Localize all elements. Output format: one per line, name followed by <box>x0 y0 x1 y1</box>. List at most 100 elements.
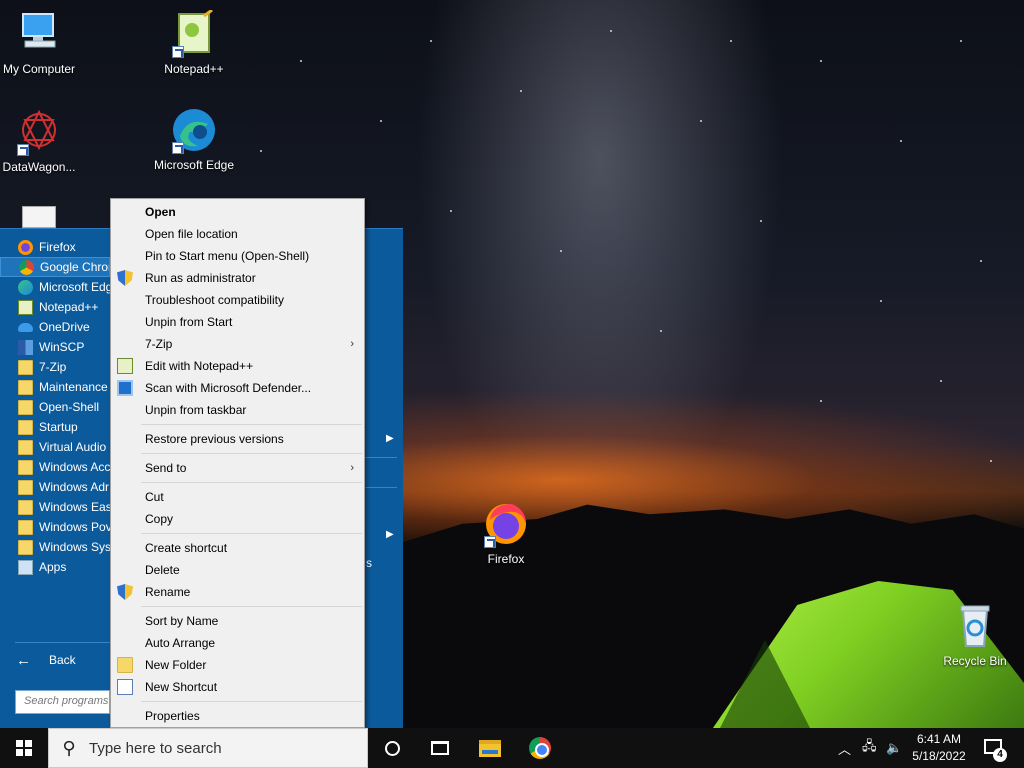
menu-item-create-shortcut[interactable]: Create shortcut <box>111 537 364 559</box>
search-icon: ⚲ <box>62 737 76 758</box>
menu-separator <box>141 533 362 534</box>
menu-item-pin-to-start[interactable]: Pin to Start menu (Open-Shell) <box>111 245 364 267</box>
start-back-button[interactable]: ← Back <box>16 649 76 671</box>
notification-count-badge: 4 <box>993 748 1007 762</box>
start-item-apps[interactable]: Apps <box>0 557 110 577</box>
tray-overflow-button[interactable]: ︿ <box>838 728 854 768</box>
tray-volume-button[interactable]: 🔈 <box>886 728 904 768</box>
start-item-open-shell[interactable]: Open-Shell <box>0 397 110 417</box>
start-item-windows-powershell[interactable]: Windows Pov <box>0 517 110 537</box>
windows-logo-icon <box>16 740 32 756</box>
menu-separator <box>141 424 362 425</box>
notepad-plus-plus-icon <box>18 299 33 315</box>
folder-icon <box>18 419 33 435</box>
desktop-icon-label: Microsoft Edge <box>153 158 235 172</box>
start-item-microsoft-edge[interactable]: Microsoft Edge <box>0 277 110 297</box>
defender-icon <box>117 380 133 396</box>
cortana-icon <box>384 740 400 756</box>
chevron-right-icon: ▶ <box>386 529 394 540</box>
start-button[interactable] <box>0 728 48 768</box>
taskbar-clock[interactable]: 6:41 AM 5/18/2022 <box>905 731 973 765</box>
uac-shield-icon <box>117 584 133 600</box>
desktop-icon-notepad-plus-plus[interactable]: Notepad++ <box>151 8 237 77</box>
desktop-icon-my-computer[interactable]: My Computer <box>0 10 82 77</box>
desktop-icon-label: Firefox <box>487 552 525 566</box>
start-item-windows-accessories[interactable]: Windows Acc <box>0 457 110 477</box>
tray-network-button[interactable]: 🖧 <box>862 728 880 768</box>
menu-item-new-shortcut[interactable]: New Shortcut <box>111 676 364 698</box>
start-item-onedrive[interactable]: OneDrive <box>0 317 110 337</box>
desktop-icon-datawagon[interactable]: DataWagon... <box>0 108 82 175</box>
start-item-google-chrome[interactable]: Google Chrome <box>0 257 110 277</box>
start-item-notepad-plus-plus[interactable]: Notepad++ <box>0 297 110 317</box>
start-item-virtual-audio[interactable]: Virtual Audio <box>0 437 110 457</box>
taskbar: ⚲ Type here to search ︿ 🖧 🔈 6:41 AM 5/18… <box>0 728 1024 768</box>
menu-item-new-folder[interactable]: New Folder <box>111 654 364 676</box>
start-item-7-zip[interactable]: 7-Zip <box>0 357 110 377</box>
shortcut-arrow-icon <box>172 46 184 58</box>
start-right-label-fragment: s <box>366 556 372 570</box>
task-view-button[interactable] <box>416 728 464 768</box>
folder-icon <box>18 479 33 495</box>
start-item-maintenance[interactable]: Maintenance <box>0 377 110 397</box>
edge-icon <box>170 106 218 154</box>
start-item-firefox[interactable]: Firefox <box>0 237 110 257</box>
menu-item-delete[interactable]: Delete <box>111 559 364 581</box>
shortcut-arrow-icon <box>172 142 184 154</box>
menu-item-run-as-administrator[interactable]: Run as administrator <box>111 267 364 289</box>
desktop-icon-document-partial[interactable] <box>22 206 56 228</box>
menu-item-edit-with-notepad-plus-plus[interactable]: Edit with Notepad++ <box>111 355 364 377</box>
start-item-winscp[interactable]: WinSCP <box>0 337 110 357</box>
folder-icon <box>117 657 133 673</box>
taskbar-search-box[interactable]: ⚲ Type here to search <box>48 728 368 768</box>
datawagon-icon <box>15 108 63 156</box>
shortcut-arrow-icon <box>484 536 496 548</box>
computer-icon <box>15 10 63 58</box>
menu-item-unpin-from-taskbar[interactable]: Unpin from taskbar <box>111 399 364 421</box>
notepad-plus-plus-icon <box>170 8 218 58</box>
taskbar-chrome[interactable] <box>516 728 564 768</box>
start-menu-separator <box>15 642 110 643</box>
menu-item-scan-with-defender[interactable]: Scan with Microsoft Defender... <box>111 377 364 399</box>
arrow-left-icon: ← <box>16 651 31 669</box>
start-item-startup[interactable]: Startup <box>0 417 110 437</box>
menu-item-cut[interactable]: Cut <box>111 486 364 508</box>
menu-item-open[interactable]: Open <box>111 201 364 223</box>
menu-item-properties[interactable]: Properties <box>111 705 364 727</box>
desktop-icon-label: Notepad++ <box>164 62 224 76</box>
folder-icon <box>18 439 33 455</box>
chrome-icon <box>19 259 34 275</box>
volume-icon: 🔈 <box>886 740 903 755</box>
start-item-windows-administrative[interactable]: Windows Adr <box>0 477 110 497</box>
menu-item-auto-arrange[interactable]: Auto Arrange <box>111 632 364 654</box>
chrome-icon <box>529 737 551 759</box>
start-search-input[interactable]: Search programs <box>15 690 110 714</box>
desktop-icon-microsoft-edge[interactable]: Microsoft Edge <box>151 106 237 173</box>
firefox-icon <box>482 500 530 548</box>
firefox-icon <box>18 239 33 255</box>
shortcut-icon <box>117 679 133 695</box>
menu-item-sort-by-name[interactable]: Sort by Name <box>111 610 364 632</box>
cortana-button[interactable] <box>368 728 416 768</box>
menu-item-7-zip[interactable]: 7-Zip › <box>111 333 364 355</box>
start-right-separator <box>365 457 397 458</box>
start-right-separator <box>365 487 397 488</box>
menu-item-unpin-from-start[interactable]: Unpin from Start <box>111 311 364 333</box>
start-item-windows-system[interactable]: Windows Syst <box>0 537 110 557</box>
taskbar-search-placeholder: Type here to search <box>89 739 222 757</box>
apps-icon <box>18 559 33 575</box>
clock-time: 6:41 AM <box>916 732 962 746</box>
folder-icon <box>18 399 33 415</box>
chevron-right-icon: ▶ <box>386 433 394 444</box>
desktop-icon-recycle-bin[interactable]: Recycle Bin <box>932 602 1018 669</box>
taskbar-file-explorer[interactable] <box>466 728 514 768</box>
menu-item-send-to[interactable]: Send to › <box>111 457 364 479</box>
menu-item-troubleshoot-compatibility[interactable]: Troubleshoot compatibility <box>111 289 364 311</box>
start-item-windows-ease[interactable]: Windows Eas <box>0 497 110 517</box>
desktop-icon-firefox[interactable]: Firefox <box>463 500 549 567</box>
menu-item-restore-previous-versions[interactable]: Restore previous versions <box>111 428 364 450</box>
start-menu-program-list: Firefox Google Chrome Microsoft Edge Not… <box>0 237 110 577</box>
menu-item-open-file-location[interactable]: Open file location <box>111 223 364 245</box>
menu-item-rename[interactable]: Rename <box>111 581 364 603</box>
menu-item-copy[interactable]: Copy <box>111 508 364 530</box>
